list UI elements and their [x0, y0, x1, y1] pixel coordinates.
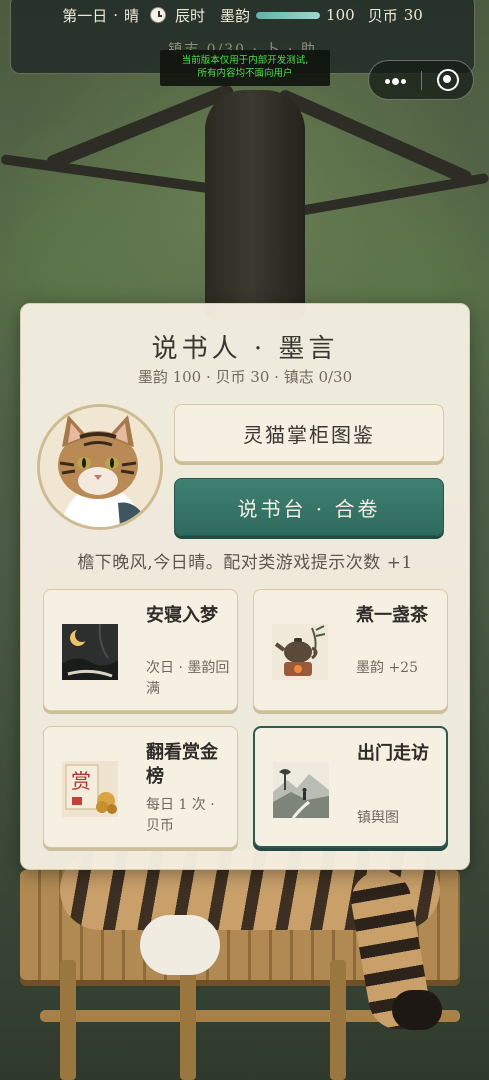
card-desc: 次日 · 墨韵回满 — [146, 660, 230, 697]
card-desc: 每日 1 次 · 贝币 — [146, 797, 215, 834]
card-title: 翻看赏金榜 — [146, 742, 218, 787]
card-desc: 墨韵 +25 — [356, 660, 418, 676]
time-label: 辰时 — [175, 6, 206, 25]
cat-atlas-button[interactable]: 灵猫掌柜图鉴 — [174, 404, 444, 462]
card-desc: 镇舆图 — [357, 810, 399, 826]
tea-card[interactable]: 煮一盏茶 墨韵 +25 — [253, 589, 448, 711]
cat-paw — [140, 915, 220, 975]
tree-trunk — [205, 90, 305, 320]
moyun-label: 墨韵 — [220, 6, 251, 25]
more-dots-icon[interactable] — [369, 61, 421, 99]
moon-night-icon — [62, 624, 118, 680]
bench-leg — [60, 960, 76, 1080]
target-close-icon[interactable] — [423, 61, 473, 99]
moyun-progress-fill — [256, 11, 321, 19]
panel-subtitle: 墨韵 100 · 贝币 30 · 镇志 0/30 — [137, 368, 353, 386]
dev-notice: 当前版本仅用于内部开发测试, 所有内容均不面向用户 — [160, 50, 330, 86]
card-title: 安寝入梦 — [146, 605, 218, 626]
separator: · — [113, 6, 118, 24]
go-out-card[interactable]: 出门走访 镇舆图 — [253, 726, 448, 848]
card-title: 煮一盏茶 — [356, 605, 428, 626]
beibi-label: 贝币 — [367, 6, 398, 25]
clock-icon — [150, 7, 167, 23]
cat-portrait-icon — [40, 407, 160, 527]
sleep-card[interactable]: 安寝入梦 次日 · 墨韵回满 — [43, 589, 238, 711]
day-label: 第一日 — [62, 6, 108, 25]
bench-leg — [180, 960, 196, 1080]
dev-notice-line1: 当前版本仅用于内部开发测试, — [181, 55, 309, 66]
panel-title: 说书人 · 墨言 — [151, 334, 339, 364]
landscape-map-icon — [273, 762, 329, 818]
teapot-icon — [272, 624, 328, 680]
close-book-button[interactable]: 说书台 · 合卷 — [174, 478, 444, 536]
card-title: 出门走访 — [357, 743, 429, 764]
status-row: 第一日 · 晴 辰时 墨韵 100 贝币 30 — [11, 3, 474, 27]
cat-tail-tip — [392, 990, 442, 1030]
beibi-value: 30 — [403, 6, 423, 24]
weather-tip: 檐下晚风,今日晴。配对类游戏提示次数 +1 — [77, 553, 413, 573]
reward-scroll-icon: 赏 — [62, 761, 118, 817]
storyteller-panel: 说书人 · 墨言 墨韵 100 · 贝币 30 · 镇志 0/30 灵猫掌柜图鉴… — [20, 303, 470, 870]
bench-leg — [330, 960, 346, 1080]
moyun-progress-bar — [256, 11, 321, 19]
mini-program-capsule — [368, 60, 474, 100]
reward-board-card[interactable]: 赏 翻看赏金榜 每日 1 次 · 贝币 — [43, 726, 238, 848]
moyun-value: 100 — [326, 6, 355, 24]
cat-avatar — [37, 404, 163, 530]
capsule-divider — [421, 71, 422, 90]
dev-notice-line2: 所有内容均不面向用户 — [197, 68, 293, 79]
svg-text:赏: 赏 — [71, 769, 91, 793]
weather-label: 晴 — [124, 6, 140, 25]
